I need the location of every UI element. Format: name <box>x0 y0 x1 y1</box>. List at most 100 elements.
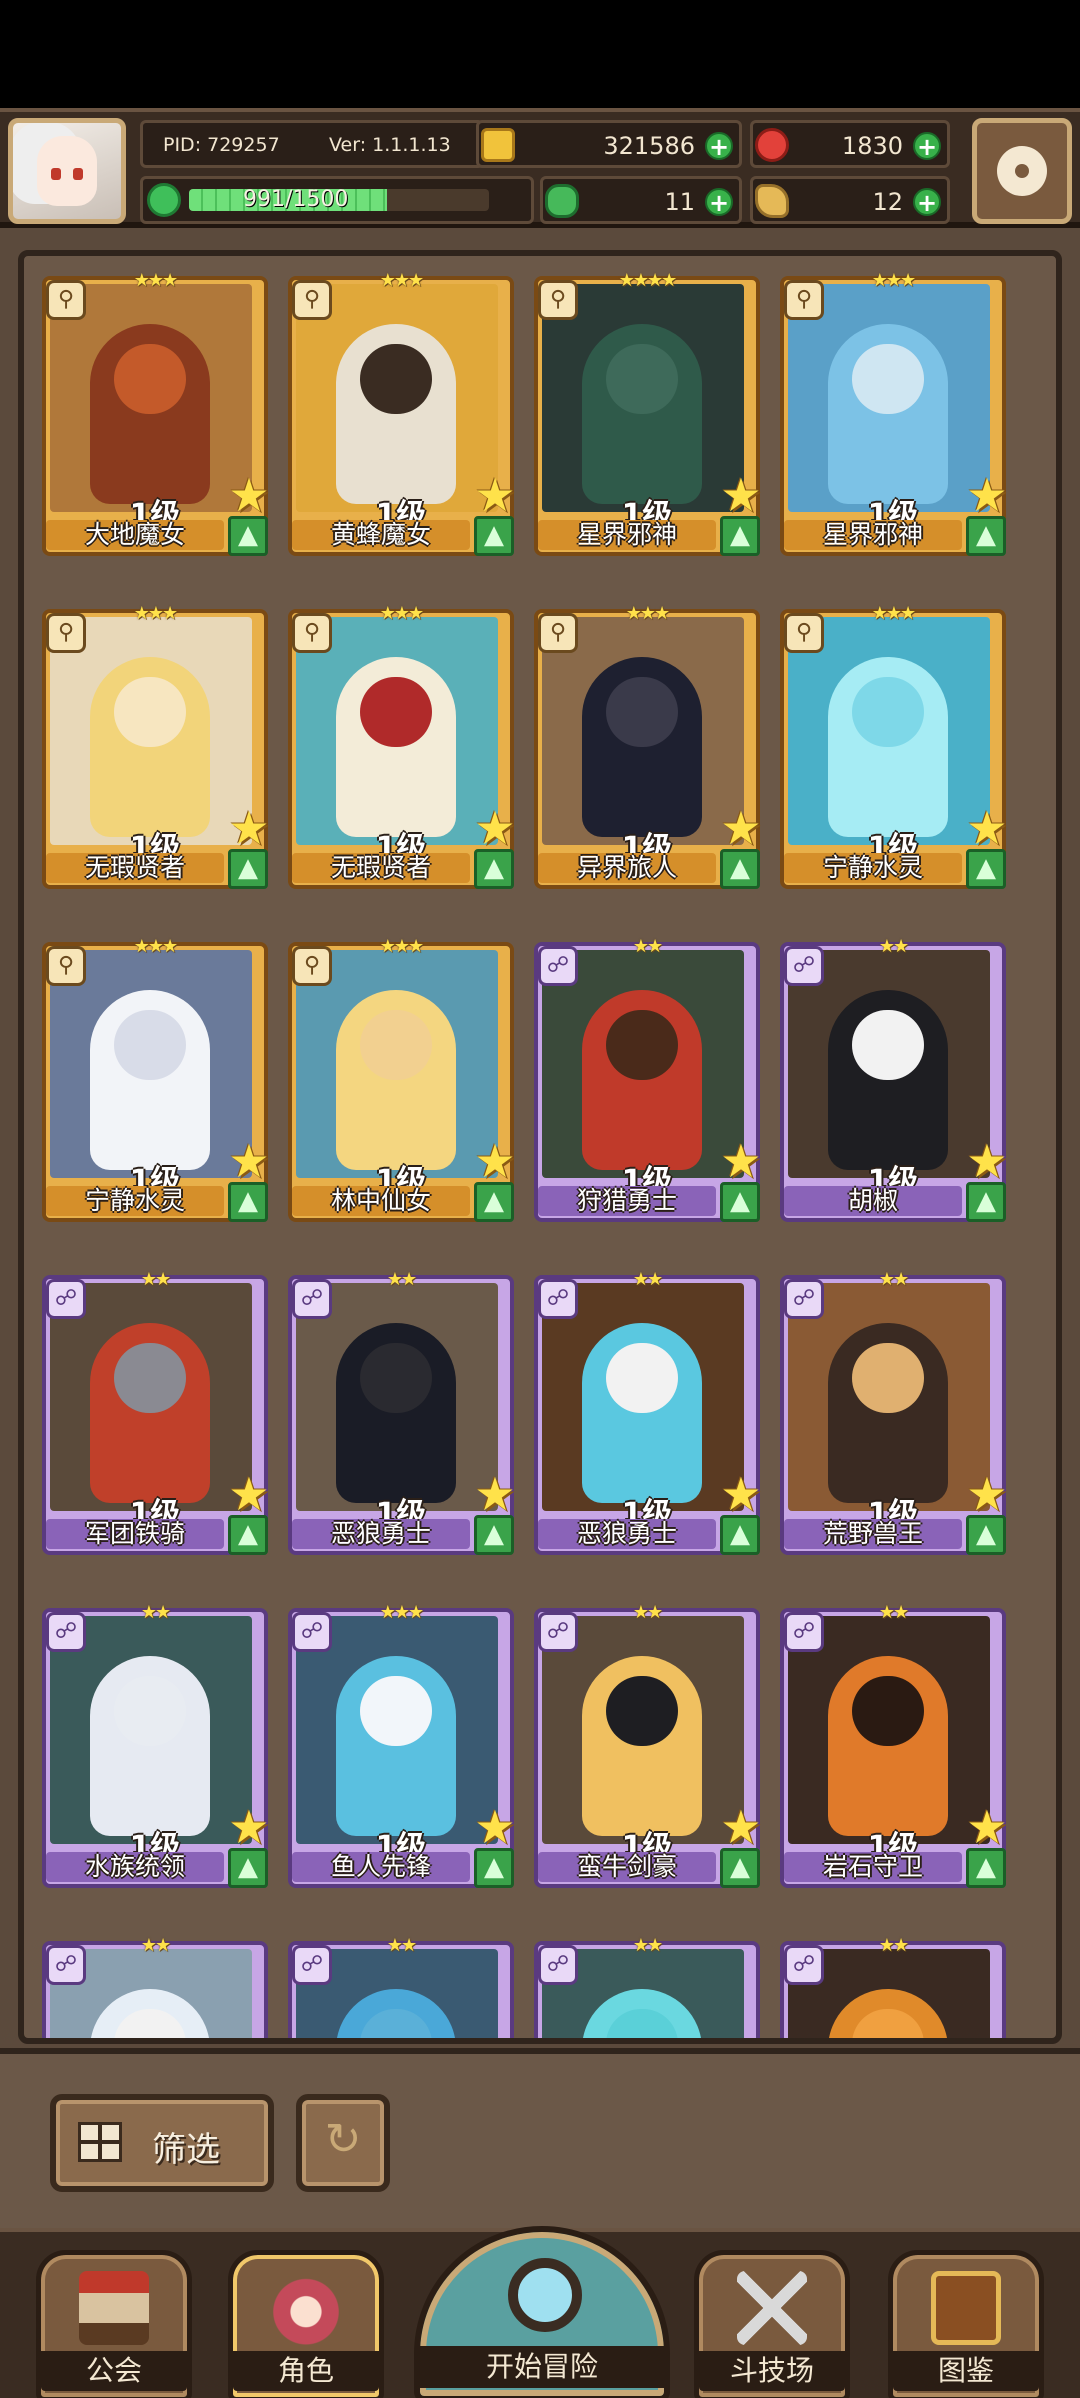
star-upgrade-icon[interactable]: ★ <box>226 472 272 518</box>
star-upgrade-icon[interactable]: ★ <box>472 1138 518 1184</box>
character-card[interactable]: ☍ ★★ 1级 水族统领 ★ ▲ <box>42 1602 270 1888</box>
add-shard-button[interactable]: + <box>913 188 941 216</box>
character-card[interactable]: ☍ ★★ <box>42 1935 268 2038</box>
character-card[interactable]: ☍ ★★ 1级 军团铁骑 ★ ▲ <box>42 1269 270 1555</box>
level-up-arrow-icon[interactable]: ▲ <box>228 1848 268 1888</box>
character-face <box>852 677 924 747</box>
level-up-arrow-icon[interactable]: ▲ <box>474 1182 514 1222</box>
character-card[interactable]: ☍ ★★ <box>780 1935 1006 2038</box>
star-upgrade-icon[interactable]: ★ <box>718 1138 764 1184</box>
character-face <box>114 677 186 747</box>
level-up-arrow-icon[interactable]: ▲ <box>228 1182 268 1222</box>
rarity-stars: ★★★ <box>379 1602 424 1623</box>
level-up-arrow-icon[interactable]: ▲ <box>720 1182 760 1222</box>
rarity-stars: ★★ <box>878 1269 909 1290</box>
level-up-arrow-icon[interactable]: ▲ <box>966 1848 1006 1888</box>
star-upgrade-icon[interactable]: ★ <box>964 1138 1010 1184</box>
rarity-stars: ★★★ <box>625 603 670 624</box>
character-face <box>114 1010 186 1080</box>
settings-button[interactable] <box>972 118 1072 224</box>
add-clover-button[interactable]: + <box>705 188 733 216</box>
level-up-arrow-icon[interactable]: ▲ <box>966 1515 1006 1555</box>
shard-icon <box>755 184 789 218</box>
character-card[interactable]: ⚲ ★★★ 1级 无瑕贤者 ★ ▲ <box>42 603 270 889</box>
character-name: 星界邪神 <box>784 520 962 550</box>
level-up-arrow-icon[interactable]: ▲ <box>720 516 760 556</box>
star-upgrade-icon[interactable]: ★ <box>964 1471 1010 1517</box>
character-card[interactable]: ⚲ ★★★ 1级 异界旅人 ★ ▲ <box>534 603 762 889</box>
star-upgrade-icon[interactable]: ★ <box>472 805 518 851</box>
character-card[interactable]: ⚲ ★★★ 1级 黄蜂魔女 ★ ▲ <box>288 270 516 556</box>
character-name: 蛮牛剑豪 <box>538 1852 716 1882</box>
xp-value: 991/1500 <box>243 187 349 212</box>
star-upgrade-icon[interactable]: ★ <box>718 805 764 851</box>
character-card[interactable]: ☍ ★★ 1级 恶狼勇士 ★ ▲ <box>534 1269 762 1555</box>
level-up-arrow-icon[interactable]: ▲ <box>720 1848 760 1888</box>
character-card[interactable]: ⚲ ★★★★ 1级 星界邪神 ★ ▲ <box>534 270 762 556</box>
level-up-arrow-icon[interactable]: ▲ <box>720 1515 760 1555</box>
character-face <box>360 1010 432 1080</box>
level-up-arrow-icon[interactable]: ▲ <box>474 1848 514 1888</box>
rarity-stars: ★★ <box>878 1935 909 1956</box>
star-upgrade-icon[interactable]: ★ <box>718 1804 764 1850</box>
level-up-arrow-icon[interactable]: ▲ <box>966 849 1006 889</box>
star-upgrade-icon[interactable]: ★ <box>472 472 518 518</box>
nav-start-adventure-button[interactable]: 开始冒险 <box>414 2226 670 2398</box>
character-card[interactable]: ⚲ ★★★ 1级 宁静水灵 ★ ▲ <box>42 936 270 1222</box>
nav-guild-label: 公会 <box>41 2351 187 2391</box>
star-upgrade-icon[interactable]: ★ <box>472 1471 518 1517</box>
character-card[interactable]: ☍ ★★ 1级 岩石守卫 ★ ▲ <box>780 1602 1008 1888</box>
nav-characters-tab[interactable]: 角色 <box>228 2250 384 2398</box>
character-card[interactable]: ☍ ★★ 1级 恶狼勇士 ★ ▲ <box>288 1269 516 1555</box>
star-upgrade-icon[interactable]: ★ <box>226 805 272 851</box>
nav-codex-tab[interactable]: 图鉴 <box>888 2250 1044 2398</box>
star-upgrade-icon[interactable]: ★ <box>718 1471 764 1517</box>
character-card[interactable]: ⚲ ★★★ 1级 宁静水灵 ★ ▲ <box>780 603 1008 889</box>
character-card[interactable]: ☍ ★★ 1级 狩猎勇士 ★ ▲ <box>534 936 762 1222</box>
reset-filter-button[interactable]: ↻ <box>296 2094 390 2192</box>
star-upgrade-icon[interactable]: ★ <box>226 1471 272 1517</box>
character-card[interactable]: ⚲ ★★★ 1级 林中仙女 ★ ▲ <box>288 936 516 1222</box>
level-up-arrow-icon[interactable]: ▲ <box>228 1515 268 1555</box>
character-name: 宁静水灵 <box>784 853 962 883</box>
star-upgrade-icon[interactable]: ★ <box>472 1804 518 1850</box>
star-upgrade-icon[interactable]: ★ <box>964 805 1010 851</box>
rarity-stars: ★★★ <box>379 270 424 291</box>
level-up-arrow-icon[interactable]: ▲ <box>228 849 268 889</box>
star-upgrade-icon[interactable]: ★ <box>226 1138 272 1184</box>
level-up-arrow-icon[interactable]: ▲ <box>228 516 268 556</box>
character-card[interactable]: ☍ ★★ <box>288 1935 514 2038</box>
nav-codex-label: 图鉴 <box>893 2351 1039 2391</box>
star-upgrade-icon[interactable]: ★ <box>226 1804 272 1850</box>
star-upgrade-icon[interactable]: ★ <box>964 1804 1010 1850</box>
filter-button[interactable]: 筛选 <box>50 2094 274 2192</box>
rarity-stars: ★★★ <box>379 603 424 624</box>
level-up-arrow-icon[interactable]: ▲ <box>474 849 514 889</box>
character-card[interactable]: ☍ ★★ 1级 荒野兽王 ★ ▲ <box>780 1269 1008 1555</box>
character-face <box>606 1343 678 1413</box>
star-upgrade-icon[interactable]: ★ <box>964 472 1010 518</box>
add-gold-button[interactable]: + <box>705 132 733 160</box>
character-card[interactable]: ☍ ★★ 1级 胡椒 ★ ▲ <box>780 936 1008 1222</box>
add-apple-button[interactable]: + <box>913 132 941 160</box>
character-card[interactable]: ☍ ★★★ 1级 鱼人先锋 ★ ▲ <box>288 1602 516 1888</box>
character-card[interactable]: ⚲ ★★★ 1级 星界邪神 ★ ▲ <box>780 270 1008 556</box>
character-card[interactable]: ⚲ ★★★ 1级 无瑕贤者 ★ ▲ <box>288 603 516 889</box>
nav-arena-tab[interactable]: 斗技场 <box>694 2250 850 2398</box>
character-grid[interactable]: ⚲ ★★★ 1级 大地魔女 ★ ▲ ⚲ ★★★ 1级 黄蜂魔女 ★ ▲ ⚲ ★★★★ 1级 星界邪神 ★ ▲ ⚲ ★★… <box>18 250 1062 2044</box>
character-card[interactable]: ☍ ★★ 1级 蛮牛剑豪 ★ ▲ <box>534 1602 762 1888</box>
level-up-arrow-icon[interactable]: ▲ <box>966 1182 1006 1222</box>
character-card[interactable]: ☍ ★★ <box>534 1935 760 2038</box>
grid-icon <box>78 2122 122 2162</box>
level-up-arrow-icon[interactable]: ▲ <box>720 849 760 889</box>
character-name: 胡椒 <box>784 1186 962 1216</box>
nav-guild-tab[interactable]: 公会 <box>36 2250 192 2398</box>
level-up-arrow-icon[interactable]: ▲ <box>966 516 1006 556</box>
apple-icon <box>755 128 789 162</box>
character-card[interactable]: ⚲ ★★★ 1级 大地魔女 ★ ▲ <box>42 270 270 556</box>
player-avatar[interactable] <box>8 118 126 224</box>
level-up-arrow-icon[interactable]: ▲ <box>474 516 514 556</box>
character-name: 无瑕贤者 <box>292 853 470 883</box>
star-upgrade-icon[interactable]: ★ <box>718 472 764 518</box>
level-up-arrow-icon[interactable]: ▲ <box>474 1515 514 1555</box>
